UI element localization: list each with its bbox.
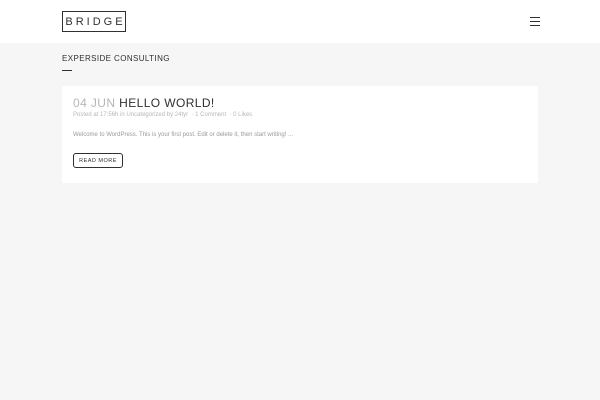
title-separator — [62, 70, 72, 71]
blog-post: 04 JUN HELLO WORLD! Posted at 17:56h in … — [62, 86, 538, 183]
post-author-link[interactable]: 24tyr — [175, 112, 188, 118]
post-meta: Posted at 17:56h in Uncategorized by 24t… — [73, 112, 252, 118]
post-date: 04 JUN — [73, 96, 116, 110]
post-category-link[interactable]: Uncategorized — [126, 112, 165, 118]
meta-separator: · — [191, 112, 194, 118]
logo-text: BRIDGE — [65, 15, 126, 28]
post-heading: 04 JUN HELLO WORLD! — [73, 96, 215, 110]
meta-in: in — [120, 112, 125, 118]
post-time: Posted at 17:56h — [73, 112, 119, 118]
post-likes-link[interactable]: 0 Likes — [233, 112, 252, 118]
post-title-link[interactable]: HELLO WORLD! — [119, 96, 215, 110]
meta-by: by — [166, 112, 174, 118]
meta-separator: · — [229, 112, 232, 118]
site-header: BRIDGE — [0, 0, 600, 43]
site-logo[interactable]: BRIDGE — [62, 11, 126, 32]
post-comments-link[interactable]: 1 Comment — [195, 112, 226, 118]
page-title: EXPERSIDE CONSULTING — [62, 54, 170, 63]
read-more-button[interactable]: READ MORE — [73, 153, 123, 168]
post-excerpt: Welcome to WordPress. This is your first… — [73, 132, 294, 138]
hamburger-icon[interactable] — [530, 17, 540, 26]
